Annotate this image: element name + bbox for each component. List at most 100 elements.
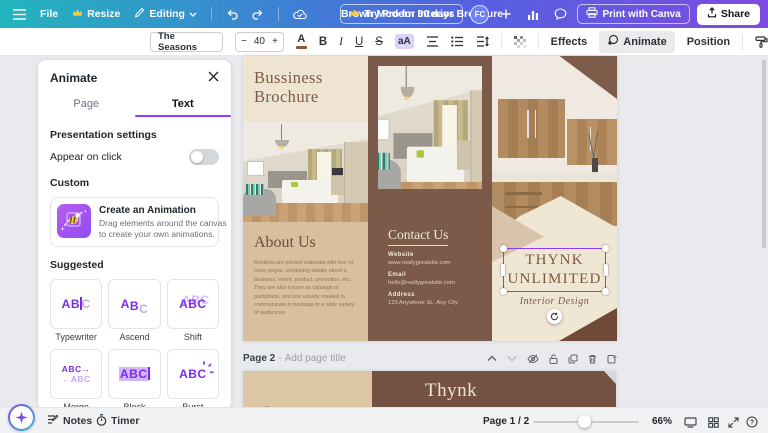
- italic-button[interactable]: I: [339, 36, 343, 48]
- file-menu[interactable]: File: [40, 8, 58, 20]
- grid-view-icon[interactable]: [708, 415, 719, 433]
- font-size-decrease[interactable]: −: [241, 36, 247, 47]
- hamburger-menu-icon[interactable]: [13, 9, 26, 20]
- canva-editor: File Resize Editing Brown Modern Interio: [0, 0, 768, 433]
- appear-on-click-toggle[interactable]: [189, 149, 219, 165]
- animation-tile-ascend[interactable]: ABC: [108, 279, 160, 329]
- zoom-level-button[interactable]: 66%: [652, 408, 672, 433]
- glyph-text: ABC: [119, 367, 149, 381]
- canvas-page-1[interactable]: Bussiness Brochure About Us Booklets are…: [243, 56, 617, 341]
- add-member-button[interactable]: [496, 4, 516, 24]
- add-page-icon[interactable]: [607, 354, 617, 364]
- about-us-heading[interactable]: About Us: [254, 234, 358, 252]
- text-align-button[interactable]: [426, 36, 439, 47]
- add-page-title-placeholder[interactable]: Add page title: [285, 353, 346, 364]
- strikethrough-button[interactable]: S: [375, 36, 383, 48]
- tab-page[interactable]: Page: [38, 91, 135, 117]
- suggested-animations-grid: ABC Typewriter ABC Ascend ABCABC Shift: [50, 279, 219, 410]
- account-avatar[interactable]: FC: [470, 5, 489, 24]
- vertical-scrollbar[interactable]: [762, 60, 766, 248]
- tab-text[interactable]: Text: [135, 91, 232, 117]
- selection-handle[interactable]: [500, 288, 507, 295]
- share-label: Share: [721, 8, 750, 20]
- animate-panel: Animate Page Text Presentation settings …: [38, 60, 231, 410]
- brand-tagline[interactable]: Interior Design: [492, 296, 617, 307]
- zoom-slider-thumb[interactable]: [578, 415, 591, 428]
- position-button[interactable]: Position: [687, 36, 730, 48]
- page-2-label[interactable]: Page 2: [243, 353, 275, 364]
- resize-menu[interactable]: Resize: [72, 8, 120, 20]
- presentation-settings-heading: Presentation settings: [50, 129, 219, 141]
- burst-ray: [210, 371, 214, 373]
- fullscreen-icon[interactable]: [728, 415, 739, 433]
- text-color-glyph: A: [297, 34, 305, 45]
- font-family-selector[interactable]: The Seasons: [150, 32, 223, 52]
- help-icon[interactable]: ?: [746, 415, 758, 433]
- print-label: Print with Canva: [602, 9, 680, 20]
- animation-tile-typewriter[interactable]: ABC: [50, 279, 102, 329]
- presentation-view-icon[interactable]: [684, 415, 697, 433]
- move-page-down-icon[interactable]: [507, 355, 517, 362]
- cloud-save-status-icon[interactable]: [293, 9, 307, 20]
- selected-text-element[interactable]: THYNK UNLIMITED: [503, 248, 606, 292]
- page-corner-fold: [604, 371, 616, 384]
- magic-assistant-button[interactable]: [8, 404, 35, 431]
- interior-photo-bedroom[interactable]: [243, 122, 368, 222]
- print-with-canva-button[interactable]: Print with Canva: [577, 4, 689, 24]
- editing-mode-dropdown[interactable]: Editing: [134, 7, 197, 21]
- contact-us-block[interactable]: Contact Us Website www.reallygreatsite.c…: [388, 226, 480, 306]
- undo-button[interactable]: [226, 9, 238, 20]
- move-page-up-icon[interactable]: [487, 355, 497, 362]
- selection-side-handle[interactable]: [501, 264, 505, 276]
- duplicate-page-icon[interactable]: [568, 354, 578, 364]
- zoom-slider[interactable]: [533, 421, 639, 423]
- brochure-title-block[interactable]: Bussiness Brochure: [243, 56, 368, 122]
- animation-tile-block[interactable]: ABC: [108, 349, 160, 399]
- selection-side-handle[interactable]: [604, 264, 608, 276]
- rotate-handle-icon[interactable]: [547, 309, 562, 324]
- brochure-right-column: THYNK UNLIMITED Interior Design: [492, 56, 617, 341]
- close-icon[interactable]: [208, 71, 219, 85]
- underline-button[interactable]: U: [355, 36, 363, 48]
- interior-photo-framed[interactable]: [378, 66, 482, 189]
- animate-button-active[interactable]: Animate: [599, 31, 674, 53]
- animation-tile-merge[interactable]: ABC→ ←ABC: [50, 349, 102, 399]
- glyph-text: ABC: [179, 297, 207, 311]
- animation-tile-shift[interactable]: ABCABC: [167, 279, 219, 329]
- glyph-text: C: [197, 367, 206, 381]
- timer-button[interactable]: Timer: [96, 408, 139, 433]
- glyph-text: ABC: [62, 364, 82, 374]
- selection-handle[interactable]: [500, 245, 507, 252]
- font-size-stepper[interactable]: − 40 +: [235, 32, 284, 52]
- format-painter-roller-icon[interactable]: [755, 36, 768, 48]
- bullet-list-button[interactable]: [451, 36, 464, 47]
- animation-tile-burst[interactable]: ABC: [167, 349, 219, 399]
- insights-chart-icon[interactable]: [523, 4, 543, 24]
- create-animation-card[interactable]: Create an Animation Drag elements around…: [50, 197, 219, 247]
- font-size-value[interactable]: 40: [254, 36, 265, 47]
- page2-brand-line1: Thynk: [425, 378, 507, 404]
- about-us-body[interactable]: Booklets are printed materials with four…: [254, 259, 358, 318]
- text-color-button[interactable]: A: [296, 34, 307, 49]
- cursor-glyph: [148, 367, 150, 380]
- contact-us-heading[interactable]: Contact Us: [388, 227, 448, 246]
- line-spacing-button[interactable]: [476, 36, 489, 47]
- selection-handle[interactable]: [602, 245, 609, 252]
- text-case-button[interactable]: aA: [395, 34, 414, 49]
- selection-handle[interactable]: [602, 288, 609, 295]
- redo-button[interactable]: [252, 9, 264, 20]
- try-pro-button[interactable]: Try Pro for 30 days: [340, 4, 463, 24]
- effects-button[interactable]: Effects: [551, 36, 588, 48]
- comments-icon[interactable]: [550, 4, 570, 24]
- notes-label: Notes: [63, 415, 92, 427]
- font-size-increase[interactable]: +: [272, 36, 278, 47]
- lock-page-icon[interactable]: [549, 354, 558, 364]
- email-label: Email: [388, 272, 480, 278]
- hide-page-icon[interactable]: [527, 354, 539, 364]
- bold-button[interactable]: B: [319, 36, 327, 48]
- share-button[interactable]: Share: [697, 4, 760, 25]
- delete-page-icon[interactable]: [588, 354, 597, 364]
- notes-button[interactable]: Notes: [47, 408, 92, 433]
- about-us-block[interactable]: About Us Booklets are printed materials …: [243, 222, 368, 341]
- transparency-button[interactable]: [514, 36, 526, 48]
